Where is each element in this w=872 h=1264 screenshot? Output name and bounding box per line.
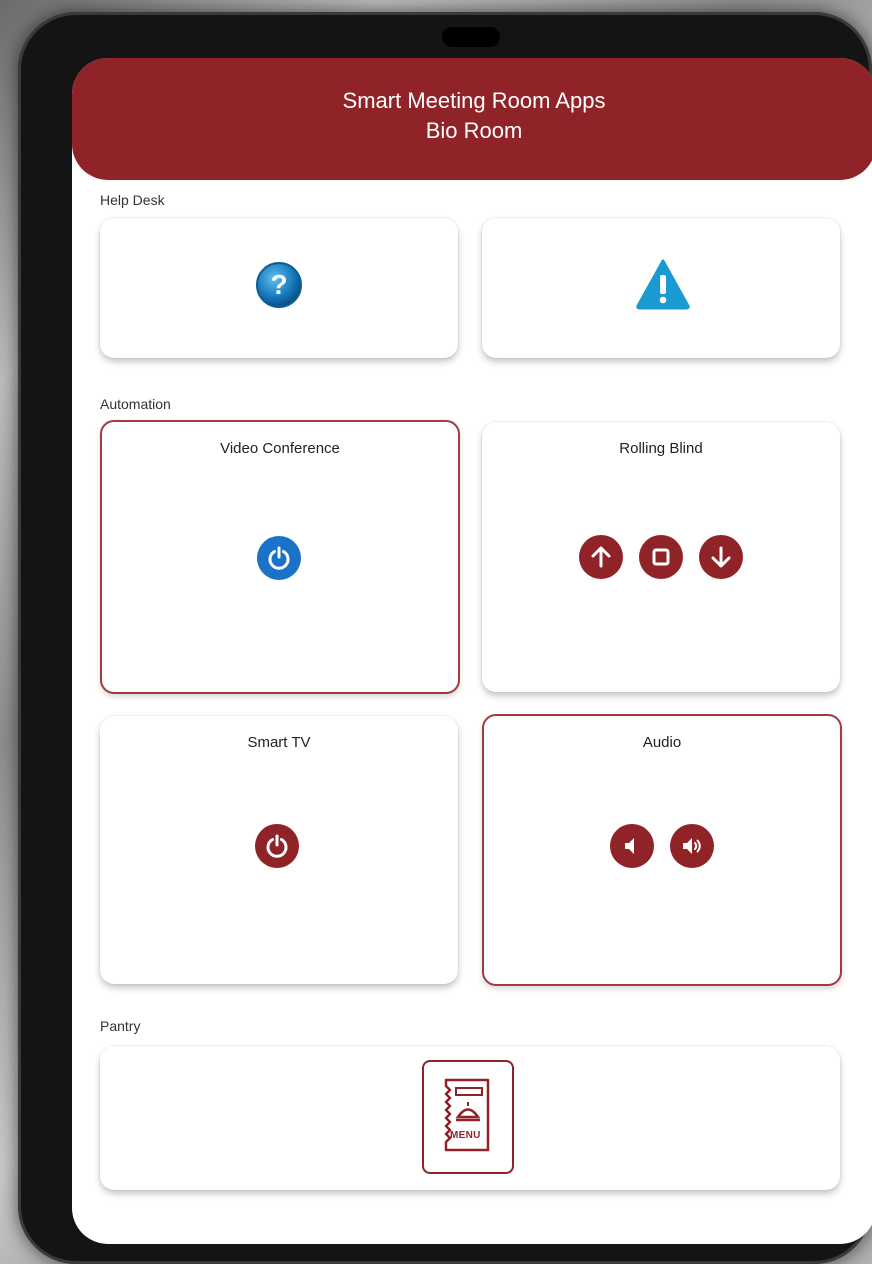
app-title: Smart Meeting Room Apps [342, 88, 606, 113]
blind-stop-button[interactable] [639, 535, 683, 579]
smart-tv-card[interactable]: Smart TV [100, 716, 458, 984]
volume-down-button[interactable] [610, 824, 654, 868]
arrow-up-icon [591, 546, 611, 568]
volume-up-button[interactable] [670, 824, 714, 868]
section-label-automation: Automation [100, 396, 171, 412]
volume-up-icon [683, 838, 701, 854]
audio-card[interactable]: Audio [482, 714, 842, 986]
smart-tv-title: Smart TV [247, 734, 311, 751]
menu-label: MENU [450, 1130, 481, 1141]
blind-down-button[interactable] [699, 535, 743, 579]
screen: Smart Meeting Room Apps Bio Room Help De… [72, 58, 872, 1244]
pantry-menu-card[interactable]: MENU [100, 1046, 840, 1190]
power-icon [268, 546, 290, 570]
report-issue-card[interactable] [482, 218, 840, 358]
app-header: Smart Meeting Room Apps Bio Room [72, 58, 872, 180]
menu-icon[interactable]: MENU [422, 1060, 514, 1174]
video-conference-card[interactable]: Video Conference [100, 420, 460, 694]
blind-up-button[interactable] [579, 535, 623, 579]
arrow-down-icon [711, 546, 731, 568]
video-conference-title: Video Conference [220, 440, 340, 457]
question-icon: ? [256, 262, 302, 308]
audio-title: Audio [642, 734, 682, 751]
svg-text:?: ? [270, 269, 287, 300]
stop-icon [652, 548, 670, 566]
video-conference-power-button[interactable] [257, 536, 301, 580]
section-label-pantry: Pantry [100, 1018, 141, 1034]
room-name: Bio Room [425, 118, 523, 143]
smart-tv-power-button[interactable] [255, 824, 299, 868]
rolling-blind-title: Rolling Blind [619, 440, 703, 457]
rolling-blind-card[interactable]: Rolling Blind [482, 422, 840, 692]
camera-notch [442, 27, 500, 47]
power-icon [266, 834, 288, 858]
help-card[interactable]: ? [100, 218, 458, 358]
tablet-frame: Smart Meeting Room Apps Bio Room Help De… [18, 12, 872, 1264]
volume-down-icon [625, 838, 634, 854]
section-label-help-desk: Help Desk [100, 192, 165, 208]
warning-icon [636, 259, 690, 310]
menu-booklet-icon [444, 1078, 490, 1152]
